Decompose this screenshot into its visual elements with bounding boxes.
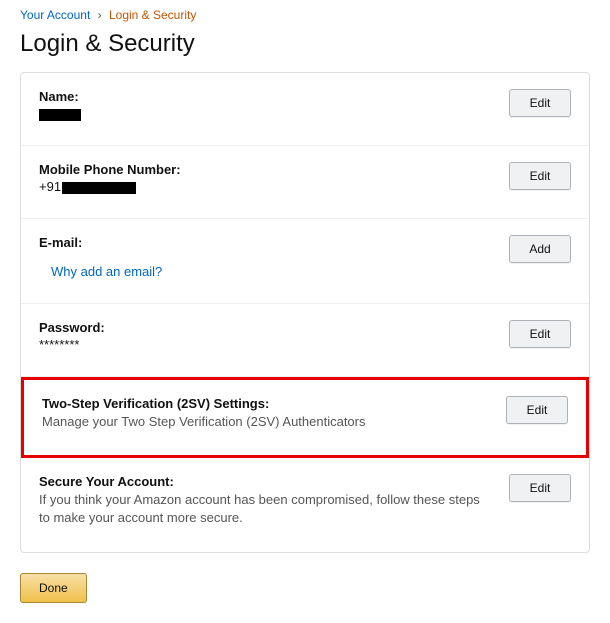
redacted-phone — [62, 182, 136, 194]
row-two-step-verification: Two-Step Verification (2SV) Settings: Ma… — [21, 377, 589, 458]
redacted-name — [39, 109, 81, 121]
row-password: Password: ******** Edit — [21, 304, 589, 377]
breadcrumb: Your Account › Login & Security — [20, 8, 590, 22]
email-label: E-mail: — [39, 235, 493, 250]
name-value — [39, 106, 493, 121]
breadcrumb-parent-link[interactable]: Your Account — [20, 8, 90, 22]
twosv-label: Two-Step Verification (2SV) Settings: — [42, 396, 490, 411]
chevron-right-icon: › — [98, 8, 102, 22]
name-label: Name: — [39, 89, 493, 104]
row-name: Name: Edit — [21, 73, 589, 146]
edit-twosv-button[interactable]: Edit — [506, 396, 568, 424]
done-button[interactable]: Done — [20, 573, 87, 603]
settings-panel: Name: Edit Mobile Phone Number: +91 Edit… — [20, 72, 590, 553]
breadcrumb-current: Login & Security — [109, 8, 196, 22]
edit-phone-button[interactable]: Edit — [509, 162, 571, 190]
secure-description: If you think your Amazon account has bee… — [39, 491, 493, 527]
edit-secure-button[interactable]: Edit — [509, 474, 571, 502]
row-email: E-mail: Why add an email? Add — [21, 219, 589, 304]
phone-value: +91 — [39, 179, 493, 194]
page-title: Login & Security — [20, 30, 590, 58]
edit-password-button[interactable]: Edit — [509, 320, 571, 348]
row-phone: Mobile Phone Number: +91 Edit — [21, 146, 589, 219]
edit-name-button[interactable]: Edit — [509, 89, 571, 117]
phone-prefix: +91 — [39, 179, 61, 194]
password-value: ******** — [39, 337, 493, 352]
row-secure-account: Secure Your Account: If you think your A… — [21, 458, 589, 551]
add-email-button[interactable]: Add — [509, 235, 571, 263]
password-label: Password: — [39, 320, 493, 335]
why-add-email-link[interactable]: Why add an email? — [51, 264, 162, 279]
secure-label: Secure Your Account: — [39, 474, 493, 489]
phone-label: Mobile Phone Number: — [39, 162, 493, 177]
twosv-description: Manage your Two Step Verification (2SV) … — [42, 413, 490, 431]
